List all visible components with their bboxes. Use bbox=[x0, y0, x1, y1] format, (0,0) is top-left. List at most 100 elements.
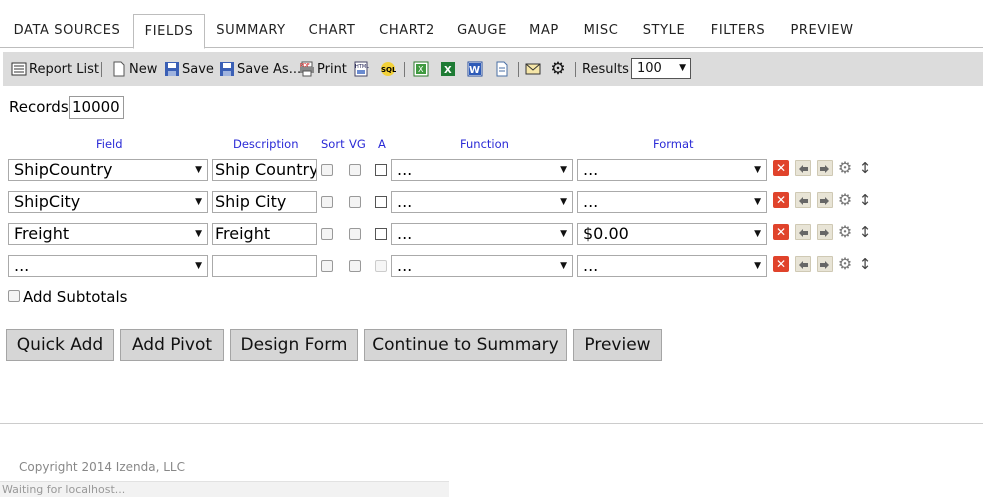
tab-preview[interactable]: PREVIEW bbox=[784, 14, 860, 48]
email-button[interactable] bbox=[525, 52, 543, 86]
format-select[interactable]: ... ▼ bbox=[577, 191, 767, 213]
quick-add-button[interactable]: Quick Add bbox=[6, 329, 114, 361]
delete-icon[interactable]: ✕ bbox=[773, 160, 789, 176]
word-icon: W bbox=[467, 61, 483, 77]
tab-map[interactable]: MAP bbox=[523, 14, 565, 48]
new-label: New bbox=[129, 61, 158, 77]
tab-filters[interactable]: FILTERS bbox=[703, 14, 773, 48]
settings-button[interactable]: ⚙ bbox=[550, 52, 568, 86]
sql-button[interactable]: SQL bbox=[380, 52, 398, 86]
continue-to-summary-button[interactable]: Continue to Summary bbox=[364, 329, 567, 361]
format-select[interactable]: $0.00 ▼ bbox=[577, 223, 767, 245]
toolbar-divider bbox=[575, 62, 576, 77]
gear-icon[interactable]: ⚙ bbox=[837, 160, 853, 176]
vg-checkbox[interactable] bbox=[349, 260, 361, 272]
gear-icon[interactable]: ⚙ bbox=[837, 256, 853, 272]
delete-icon[interactable]: ✕ bbox=[773, 192, 789, 208]
format-select-value: ... bbox=[583, 192, 599, 211]
sort-checkbox[interactable] bbox=[321, 260, 333, 272]
document-button[interactable] bbox=[494, 52, 512, 86]
reorder-icon[interactable]: ↕ bbox=[857, 192, 873, 208]
move-left-icon[interactable] bbox=[795, 256, 811, 272]
field-select[interactable]: ShipCountry ▼ bbox=[8, 159, 208, 181]
results-select[interactable]: 100 ▼ bbox=[631, 58, 691, 79]
save-button[interactable]: Save bbox=[164, 52, 214, 86]
reorder-icon[interactable]: ↕ bbox=[857, 256, 873, 272]
move-right-icon[interactable] bbox=[817, 192, 833, 208]
description-input[interactable] bbox=[212, 255, 317, 277]
move-right-icon[interactable] bbox=[817, 224, 833, 240]
move-right-icon[interactable] bbox=[817, 160, 833, 176]
records-input[interactable]: 10000 bbox=[69, 96, 124, 119]
move-left-icon[interactable] bbox=[795, 160, 811, 176]
delete-icon[interactable]: ✕ bbox=[773, 224, 789, 240]
add-subtotals-checkbox[interactable] bbox=[8, 290, 20, 302]
excel-export-button[interactable]: X bbox=[440, 52, 458, 86]
field-select[interactable]: ... ▼ bbox=[8, 255, 208, 277]
reorder-icon[interactable]: ↕ bbox=[857, 160, 873, 176]
function-select-value: ... bbox=[397, 256, 413, 275]
tab-bar: DATA SOURCES FIELDS SUMMARY CHART CHART2… bbox=[0, 14, 983, 49]
gear-icon[interactable]: ⚙ bbox=[837, 192, 853, 208]
gear-icon: ⚙ bbox=[550, 59, 566, 79]
tab-style[interactable]: STYLE bbox=[636, 14, 692, 48]
excel-icon: X bbox=[413, 61, 429, 77]
description-input[interactable]: Ship City bbox=[212, 191, 317, 213]
chevron-down-icon: ▼ bbox=[560, 165, 567, 175]
html-export-button[interactable]: HTML bbox=[353, 52, 371, 86]
move-left-icon[interactable] bbox=[795, 192, 811, 208]
word-button[interactable]: W bbox=[467, 52, 485, 86]
tab-misc[interactable]: MISC bbox=[577, 14, 625, 48]
vg-checkbox[interactable] bbox=[349, 164, 361, 176]
reorder-icon[interactable]: ↕ bbox=[857, 224, 873, 240]
field-select[interactable]: Freight ▼ bbox=[8, 223, 208, 245]
function-select[interactable]: ... ▼ bbox=[391, 191, 573, 213]
field-select[interactable]: ShipCity ▼ bbox=[8, 191, 208, 213]
add-pivot-button[interactable]: Add Pivot bbox=[120, 329, 224, 361]
function-select-value: ... bbox=[397, 192, 413, 211]
format-select-value: ... bbox=[583, 160, 599, 179]
tab-summary[interactable]: SUMMARY bbox=[210, 14, 292, 48]
new-button[interactable]: New bbox=[111, 52, 157, 86]
delete-icon[interactable]: ✕ bbox=[773, 256, 789, 272]
design-form-button[interactable]: Design Form bbox=[230, 329, 358, 361]
chevron-down-icon: ▼ bbox=[754, 261, 761, 271]
format-select[interactable]: ... ▼ bbox=[577, 255, 767, 277]
field-select-value: ShipCountry bbox=[14, 160, 113, 179]
function-select[interactable]: ... ▼ bbox=[391, 159, 573, 181]
description-input[interactable]: Freight bbox=[212, 223, 317, 245]
a-checkbox[interactable] bbox=[375, 164, 387, 176]
sort-checkbox[interactable] bbox=[321, 228, 333, 240]
add-subtotals-label: Add Subtotals bbox=[23, 288, 128, 306]
save-as-button[interactable]: Save As... bbox=[219, 52, 301, 86]
function-select[interactable]: ... ▼ bbox=[391, 223, 573, 245]
report-list-button[interactable]: Report List bbox=[11, 52, 99, 86]
vg-checkbox[interactable] bbox=[349, 196, 361, 208]
save-as-icon bbox=[219, 61, 235, 77]
gear-icon[interactable]: ⚙ bbox=[837, 224, 853, 240]
sort-checkbox[interactable] bbox=[321, 196, 333, 208]
vg-checkbox[interactable] bbox=[349, 228, 361, 240]
preview-button[interactable]: Preview bbox=[573, 329, 662, 361]
print-button[interactable]: PDF Print bbox=[299, 52, 347, 86]
a-checkbox[interactable] bbox=[375, 260, 387, 272]
tab-fields[interactable]: FIELDS bbox=[133, 14, 205, 49]
function-select[interactable]: ... ▼ bbox=[391, 255, 573, 277]
move-right-icon[interactable] bbox=[817, 256, 833, 272]
tab-chart2[interactable]: CHART2 bbox=[374, 14, 440, 48]
chevron-down-icon: ▼ bbox=[195, 165, 202, 175]
tab-data-sources[interactable]: DATA SOURCES bbox=[5, 14, 129, 48]
save-icon bbox=[164, 61, 180, 77]
move-left-icon[interactable] bbox=[795, 224, 811, 240]
a-checkbox[interactable] bbox=[375, 228, 387, 240]
description-input[interactable]: Ship Country bbox=[212, 159, 317, 181]
report-list-icon bbox=[11, 61, 27, 77]
excel-button[interactable]: X bbox=[413, 52, 431, 86]
format-select[interactable]: ... ▼ bbox=[577, 159, 767, 181]
tab-gauge[interactable]: GAUGE bbox=[452, 14, 512, 48]
tab-chart[interactable]: CHART bbox=[302, 14, 362, 48]
header-field: Field bbox=[96, 137, 123, 151]
sort-checkbox[interactable] bbox=[321, 164, 333, 176]
chevron-down-icon: ▼ bbox=[560, 261, 567, 271]
a-checkbox[interactable] bbox=[375, 196, 387, 208]
